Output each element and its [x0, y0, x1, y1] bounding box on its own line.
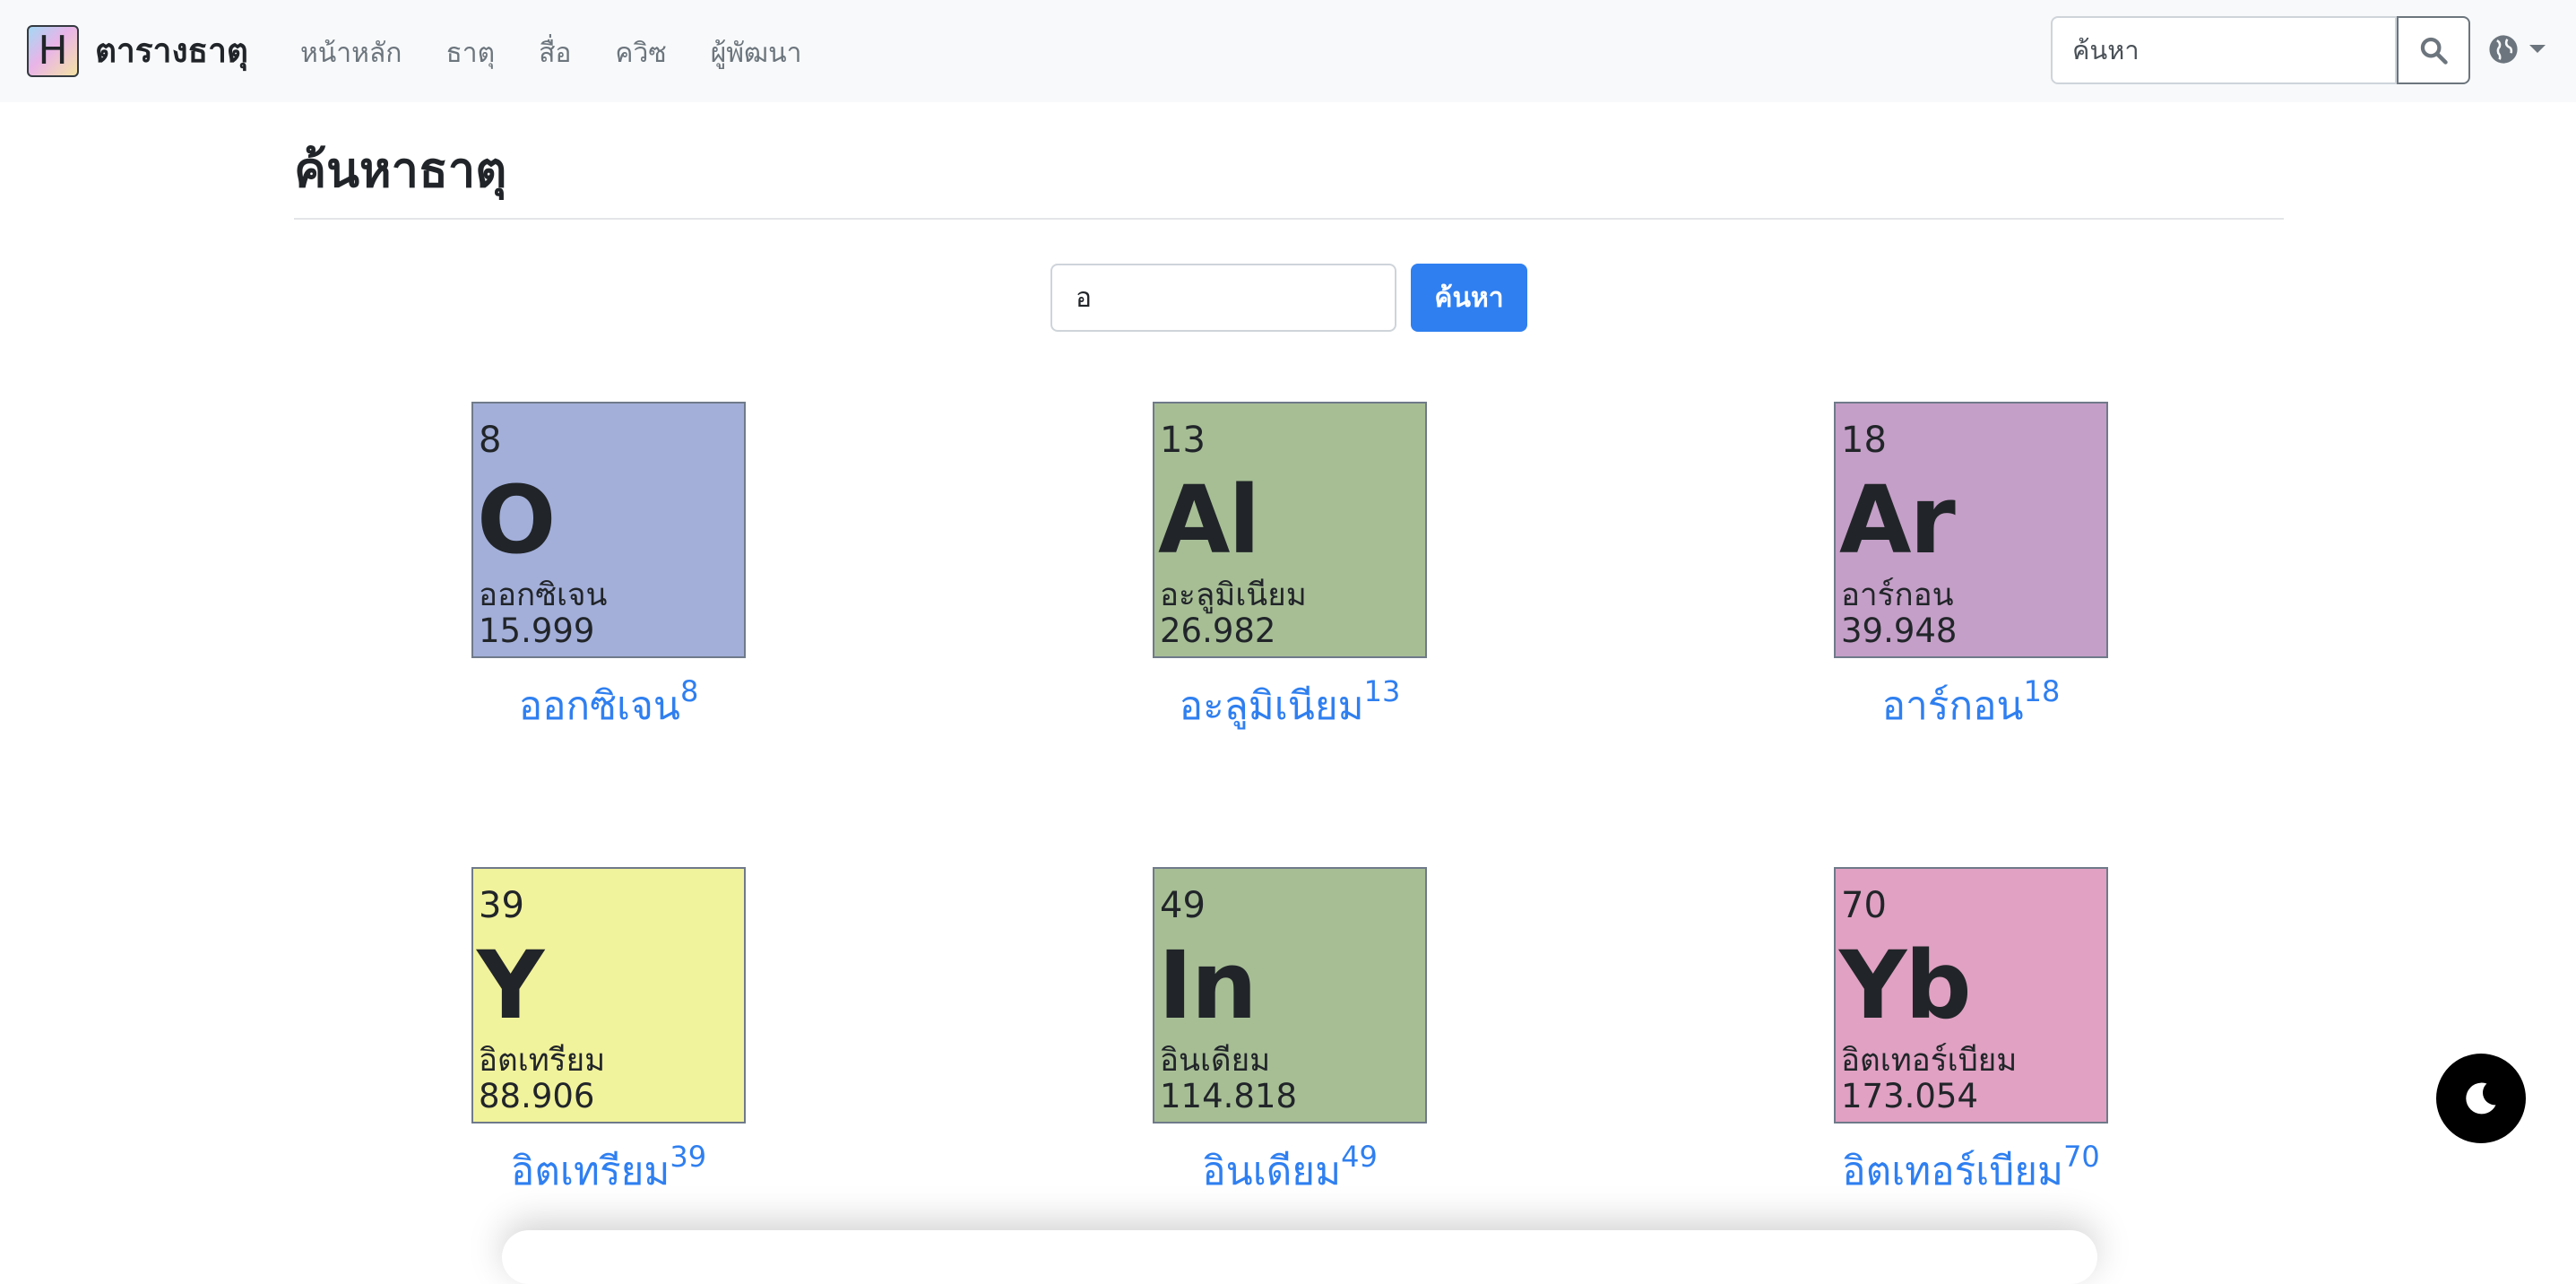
- atomic-number: 39: [479, 885, 524, 926]
- atomic-mass: 114.818: [1160, 1077, 1298, 1115]
- chevron-down-icon: [2529, 45, 2546, 53]
- navbar: H ตารางธาตุ หน้าหลัก ธาตุ สื่อ ควิซ ผู้พ…: [0, 0, 2576, 102]
- atomic-mass: 39.948: [1841, 612, 1958, 650]
- element-link[interactable]: อิตเทอร์เบียม70: [1702, 1140, 2240, 1202]
- atomic-mass: 26.982: [1160, 612, 1276, 650]
- element-link-name: อาร์กอน: [1881, 683, 2024, 729]
- brand-title[interactable]: ตารางธาตุ: [95, 24, 248, 77]
- element-tile[interactable]: 49 In อินเดียม 114.818: [1153, 867, 1427, 1124]
- globe-icon: [2489, 35, 2518, 64]
- element-link[interactable]: อินเดียม49: [1021, 1140, 1559, 1202]
- element-link-number: 8: [679, 674, 699, 708]
- atomic-number: 13: [1160, 420, 1206, 461]
- moon-icon: [2466, 1082, 2496, 1115]
- element-tile[interactable]: 13 Al อะลูมิเนียม 26.982: [1153, 402, 1427, 658]
- element-link-number: 13: [1363, 674, 1401, 708]
- brand[interactable]: H ตารางธาตุ: [27, 24, 248, 77]
- element-link-name: อินเดียม: [1202, 1149, 1342, 1194]
- element-tile[interactable]: 18 Ar อาร์กอน 39.948: [1834, 402, 2108, 658]
- element-tile[interactable]: 70 Yb อิตเทอร์เบียม 173.054: [1834, 867, 2108, 1124]
- language-dropdown[interactable]: [2488, 34, 2547, 65]
- element-tile[interactable]: 39 Y อิตเทรียม 88.906: [471, 867, 746, 1124]
- nav-link-media[interactable]: สื่อ: [539, 32, 571, 74]
- element-link[interactable]: อาร์กอน18: [1702, 674, 2240, 737]
- element-link[interactable]: ออกซิเจน8: [340, 674, 877, 737]
- atomic-number: 8: [479, 420, 502, 461]
- element-link-number: 49: [1341, 1140, 1378, 1174]
- page-title: ค้นหาธาตุ: [294, 142, 507, 198]
- nav-link-home[interactable]: หน้าหลัก: [300, 32, 402, 74]
- atomic-mass: 88.906: [479, 1077, 595, 1115]
- bottom-panel: [502, 1230, 2097, 1284]
- navbar-search-input[interactable]: [2051, 16, 2397, 84]
- element-link-name: ออกซิเจน: [518, 683, 680, 729]
- search-button[interactable]: ค้นหา: [1411, 264, 1527, 332]
- search-icon: [2420, 37, 2448, 65]
- nav-links: หน้าหลัก ธาตุ สื่อ ควิซ ผู้พัฒนา: [300, 32, 846, 74]
- element-link-name: อิตเทอร์เบียม: [1842, 1149, 2064, 1194]
- element-symbol: Ar: [1839, 465, 1956, 575]
- element-search-input[interactable]: [1050, 264, 1396, 332]
- logo-icon: H: [27, 24, 79, 77]
- atomic-number: 18: [1841, 420, 1887, 461]
- atomic-mass: 15.999: [479, 612, 595, 650]
- element-link-name: อิตเทรียม: [510, 1149, 670, 1194]
- element-link[interactable]: อะลูมิเนียม13: [1021, 674, 1559, 737]
- element-link-name: อะลูมิเนียม: [1179, 683, 1364, 729]
- element-tile[interactable]: 8 O ออกซิเจน 15.999: [471, 402, 746, 658]
- element-symbol: Al: [1158, 465, 1260, 575]
- nav-link-elements[interactable]: ธาตุ: [445, 32, 495, 74]
- element-symbol: In: [1158, 931, 1258, 1040]
- atomic-mass: 173.054: [1841, 1077, 1979, 1115]
- atomic-number: 49: [1160, 885, 1206, 926]
- element-symbol: Y: [477, 931, 544, 1040]
- atomic-number: 70: [1841, 885, 1887, 926]
- element-link-number: 70: [2063, 1140, 2100, 1174]
- nav-link-developers[interactable]: ผู้พัฒนา: [711, 32, 802, 74]
- navbar-search-button[interactable]: [2397, 16, 2470, 84]
- title-divider: [294, 218, 2284, 220]
- dark-mode-toggle[interactable]: [2436, 1054, 2526, 1143]
- element-link-number: 18: [2023, 674, 2061, 708]
- element-symbol: Yb: [1839, 931, 1972, 1040]
- element-symbol: O: [477, 465, 556, 575]
- element-link-number: 39: [670, 1140, 707, 1174]
- element-link[interactable]: อิตเทรียม39: [340, 1140, 877, 1202]
- nav-link-quiz[interactable]: ควิซ: [615, 32, 666, 74]
